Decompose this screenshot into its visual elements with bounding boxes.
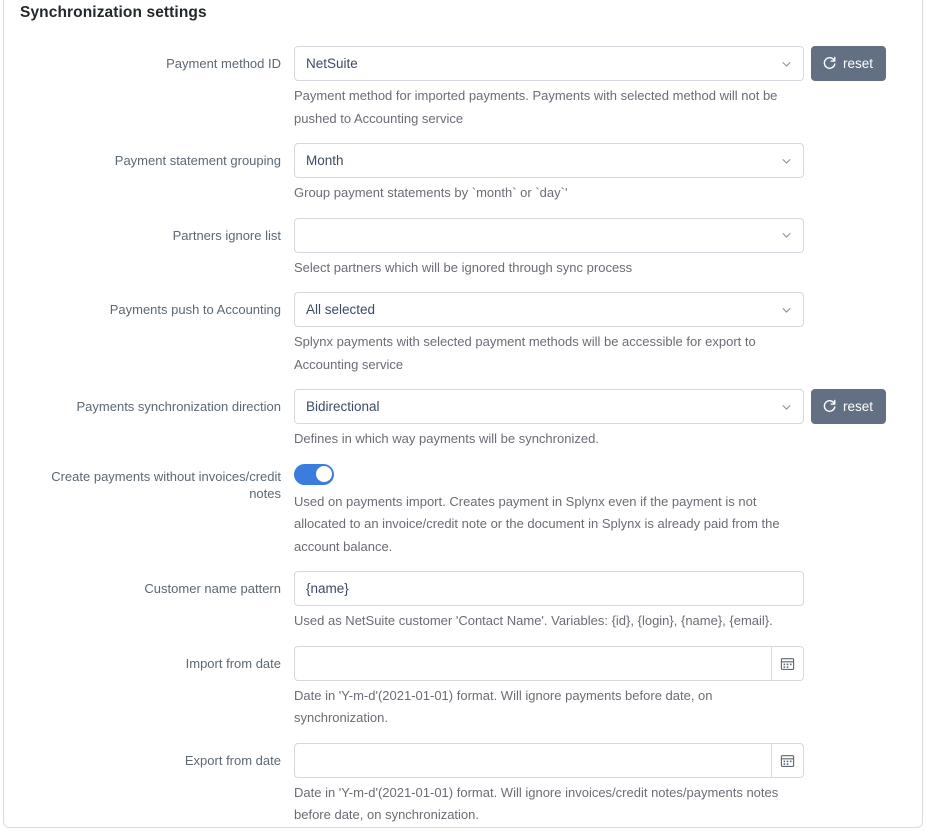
form-row-payment-method-id: Payment method ID NetSuite reset Payment…	[20, 46, 906, 143]
form-row-payment-statement-grouping: Payment statement grouping Month Group p…	[20, 143, 906, 218]
reset-button-payments-synchronization-direction[interactable]: reset	[811, 389, 887, 424]
select-partners-ignore-list[interactable]	[294, 217, 804, 253]
help-payment-method-id: Payment method for imported payments. Pa…	[294, 88, 778, 126]
settings-form: Payment method ID NetSuite reset Payment…	[4, 46, 922, 828]
export-from-date-input[interactable]	[294, 742, 771, 778]
help-import-from-date: Date in 'Y-m-d'(2021-01-01) format. Will…	[294, 687, 713, 726]
help-payments-synchronization-direction: Defines in which way payments will be sy…	[294, 431, 599, 446]
form-row-customer-name-pattern: Customer name pattern Used as NetSuite c…	[20, 571, 906, 646]
label-export-from-date: Export from date	[184, 752, 281, 768]
select-value-payments-push-to-accounting: All selected	[306, 302, 376, 317]
calendar-icon	[780, 657, 795, 670]
help-partners-ignore-list: Select partners which will be ignored th…	[294, 259, 633, 275]
select-value-payment-statement-grouping: Month	[306, 153, 344, 168]
export-from-date-group	[294, 742, 804, 778]
help-payments-push-to-accounting: Splynx payments with selected payment me…	[294, 334, 756, 372]
help-payment-statement-grouping: Group payment statements by `month` or `…	[294, 185, 568, 200]
toggle-create-payments-without-invoices[interactable]	[294, 463, 334, 485]
help-customer-name-pattern: Used as NetSuite customer 'Contact Name'…	[294, 613, 773, 628]
form-row-export-from-date: Export from date Date in 'Y-m-d'(2021-01…	[20, 742, 906, 828]
page-title: Synchronization settings	[20, 4, 207, 21]
reset-button-payment-method-id[interactable]: reset	[811, 46, 887, 81]
form-row-partners-ignore-list: Partners ignore list Select partners whi…	[20, 217, 906, 293]
label-payment-statement-grouping: Payment statement grouping	[114, 153, 281, 168]
form-row-create-payments-without-invoices: Create payments without invoices/credit …	[20, 463, 906, 572]
label-partners-ignore-list: Partners ignore list	[172, 227, 281, 243]
help-export-from-date: Date in 'Y-m-d'(2021-01-01) format. Will…	[294, 784, 779, 823]
label-payments-push-to-accounting: Payments push to Accounting	[109, 302, 281, 317]
select-payment-statement-grouping[interactable]: Month	[294, 143, 804, 178]
customer-name-pattern-input[interactable]	[294, 571, 804, 606]
form-row-payments-synchronization-direction: Payments synchronization direction Bidir…	[20, 389, 906, 464]
toggle-knob	[315, 466, 332, 482]
import-from-date-input[interactable]	[294, 645, 771, 681]
select-payments-synchronization-direction[interactable]: Bidirectional	[294, 389, 804, 424]
label-payment-method-id: Payment method ID	[166, 56, 281, 71]
select-payment-method-id[interactable]: NetSuite	[294, 46, 804, 81]
help-create-payments-without-invoices: Used on payments import. Creates payment…	[294, 493, 780, 554]
label-create-payments-without-invoices: Create payments without invoices/credit …	[51, 468, 281, 502]
reset-button-label: reset	[843, 56, 874, 71]
import-from-date-group	[294, 645, 804, 681]
synchronization-settings-panel: Synchronization settings Payment method …	[3, 0, 923, 828]
form-row-import-from-date: Import from date Date in 'Y-m-d'(2021-01…	[20, 645, 906, 743]
refresh-icon	[823, 56, 836, 69]
select-value-payment-method-id: NetSuite	[306, 56, 358, 71]
label-payments-synchronization-direction: Payments synchronization direction	[76, 399, 282, 414]
panel-header: Synchronization settings	[4, 0, 922, 35]
reset-button-label: reset	[843, 399, 874, 414]
select-payments-push-to-accounting[interactable]: All selected	[294, 292, 804, 327]
label-customer-name-pattern: Customer name pattern	[144, 581, 281, 596]
form-row-payments-push-to-accounting: Payments push to Accounting All selected…	[20, 292, 906, 389]
refresh-icon	[823, 399, 836, 412]
calendar-button-export-from-date[interactable]	[771, 742, 804, 778]
calendar-icon	[780, 754, 795, 767]
calendar-button-import-from-date[interactable]	[771, 645, 804, 681]
select-value-payments-synchronization-direction: Bidirectional	[306, 399, 380, 414]
label-import-from-date: Import from date	[185, 655, 281, 671]
